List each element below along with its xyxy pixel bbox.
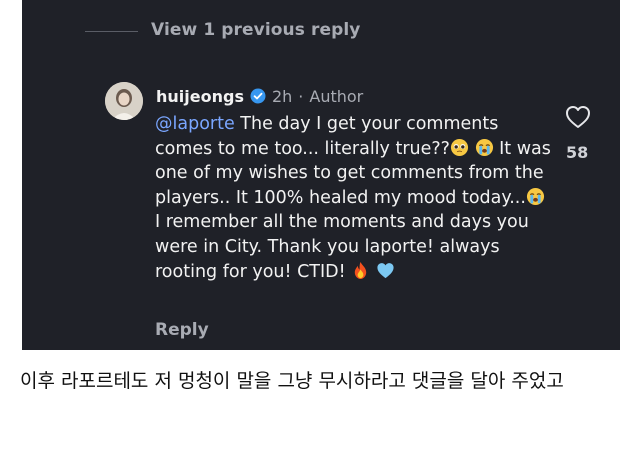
caption-text: 이후 라포르테도 저 멍청이 말을 그냥 무시하라고 댓글을 달아 주었고 [20, 370, 564, 392]
like-count: 58 [566, 143, 589, 162]
view-previous-replies-button[interactable]: View 1 previous reply [151, 20, 361, 40]
loudly-crying-face-icon [526, 187, 545, 206]
fire-icon [351, 261, 370, 280]
verified-badge-icon [250, 88, 266, 104]
reply-button[interactable]: Reply [155, 320, 209, 340]
loudly-crying-face-icon [475, 138, 494, 157]
pleading-face-icon [450, 138, 469, 157]
username-link[interactable]: huijeongs [156, 87, 244, 106]
mention-link[interactable]: @laporte [155, 114, 235, 134]
comment-body: @laporte The day I get your comments com… [155, 112, 555, 284]
thread-divider-line [85, 31, 138, 32]
timestamp: 2h [271, 86, 293, 106]
meta-separator: · [298, 86, 304, 106]
avatar[interactable] [105, 82, 143, 120]
author-badge: Author [309, 86, 364, 106]
heart-outline-icon[interactable] [565, 105, 591, 129]
comment-meta: huijeongs 2h · Author [156, 85, 363, 107]
comment-text-part-3: I remember all the moments and days you … [155, 212, 529, 282]
light-blue-heart-icon [376, 261, 395, 280]
